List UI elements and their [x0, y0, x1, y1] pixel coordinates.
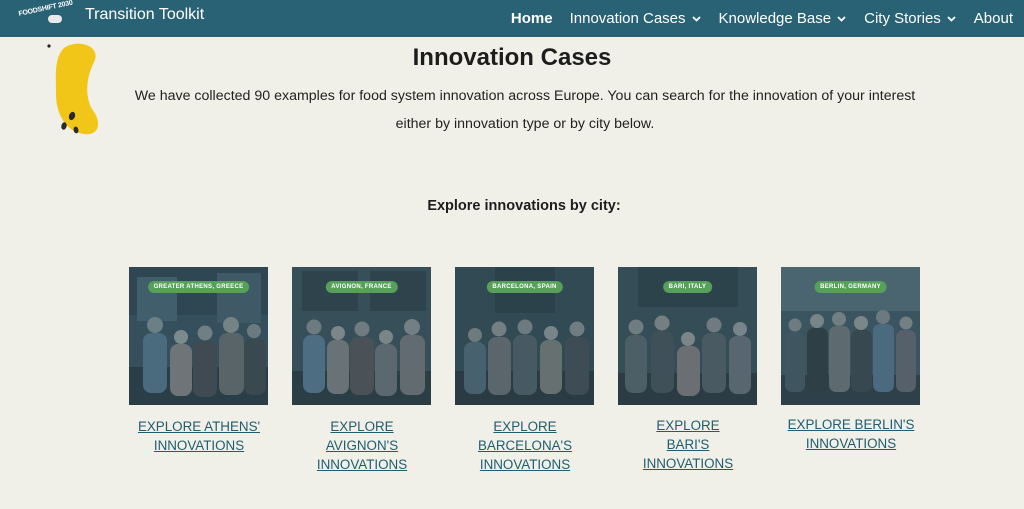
- link-line: INNOVATIONS: [642, 456, 734, 471]
- nav-city-stories-label: City Stories: [864, 10, 941, 27]
- chevron-down-icon: [946, 13, 957, 24]
- city-card-barcelona: BARCELONA, SPAIN EXPLORE BARCELONA'S INN…: [455, 267, 595, 477]
- link-line: INNOVATIONS: [153, 438, 245, 453]
- chevron-down-icon: [836, 13, 847, 24]
- logo-badge: [48, 15, 62, 23]
- city-photo[interactable]: BARI, ITALY: [618, 267, 757, 405]
- link-line: EXPLORE ATHENS': [137, 419, 261, 434]
- explore-athens-link[interactable]: EXPLORE ATHENS' INNOVATIONS: [119, 417, 279, 455]
- city-tag: GREATER ATHENS, GREECE: [147, 281, 250, 293]
- link-line: INNOVATIONS: [805, 436, 897, 451]
- nav-about[interactable]: About: [974, 10, 1013, 27]
- city-tag: BARI, ITALY: [662, 281, 713, 293]
- link-line: EXPLORE BERLIN'S: [787, 417, 915, 432]
- nav-innovation-cases[interactable]: Innovation Cases: [570, 10, 702, 27]
- main-nav: Home Innovation Cases Knowledge Base Cit…: [511, 0, 1013, 37]
- explore-avignon-link[interactable]: EXPLORE AVIGNON'S INNOVATIONS: [282, 417, 442, 474]
- link-line: BARI'S: [666, 437, 710, 452]
- foodshift-logo[interactable]: FOODSHIFT 2030: [18, 0, 73, 30]
- nav-home[interactable]: Home: [511, 10, 553, 27]
- nav-city-stories[interactable]: City Stories: [864, 10, 957, 27]
- site-title[interactable]: Transition Toolkit: [85, 6, 204, 24]
- city-card-bari: BARI, ITALY EXPLORE BARI'S INNOVATIONS: [618, 267, 758, 477]
- intro-paragraph: We have collected 90 examples for food s…: [134, 88, 916, 132]
- explore-barcelona-link[interactable]: EXPLORE BARCELONA'S INNOVATIONS: [445, 417, 605, 474]
- nav-innovation-cases-label: Innovation Cases: [569, 10, 686, 27]
- link-line: BARCELONA'S: [477, 438, 573, 453]
- nav-knowledge-base-label: Knowledge Base: [718, 10, 832, 27]
- city-photo[interactable]: BERLIN, GERMANY: [781, 267, 920, 405]
- city-cards: GREATER ATHENS, GREECE EXPLORE ATHENS' I…: [0, 267, 1024, 487]
- explore-berlin-link[interactable]: EXPLORE BERLIN'S INNOVATIONS: [771, 415, 931, 453]
- city-tag: AVIGNON, FRANCE: [325, 281, 398, 293]
- nav-about-label: About: [973, 10, 1013, 27]
- nav-home-label: Home: [510, 10, 553, 27]
- city-photo[interactable]: BARCELONA, SPAIN: [455, 267, 594, 405]
- city-card-athens: GREATER ATHENS, GREECE EXPLORE ATHENS' I…: [129, 267, 269, 477]
- link-line: EXPLORE: [493, 419, 557, 434]
- link-line: AVIGNON'S: [325, 438, 399, 453]
- cities-heading: Explore innovations by city:: [427, 198, 621, 214]
- city-card-berlin: BERLIN, GERMANY EXPLORE BERLIN'S INNOVAT…: [781, 267, 921, 477]
- city-tag: BARCELONA, SPAIN: [486, 281, 563, 293]
- city-photo[interactable]: GREATER ATHENS, GREECE: [129, 267, 268, 405]
- logo-text: FOODSHIFT 2030: [18, 0, 74, 18]
- chevron-down-icon: [691, 13, 702, 24]
- link-line: INNOVATIONS: [479, 457, 571, 472]
- link-line: EXPLORE: [330, 419, 394, 434]
- nav-knowledge-base[interactable]: Knowledge Base: [719, 10, 848, 27]
- link-line: EXPLORE: [656, 418, 720, 433]
- top-navbar: FOODSHIFT 2030 Transition Toolkit Home I…: [0, 0, 1024, 37]
- city-card-avignon: AVIGNON, FRANCE EXPLORE AVIGNON'S INNOVA…: [292, 267, 432, 477]
- page-title: Innovation Cases: [412, 44, 612, 71]
- explore-bari-link[interactable]: EXPLORE BARI'S INNOVATIONS: [608, 416, 768, 473]
- city-photo[interactable]: AVIGNON, FRANCE: [292, 267, 431, 405]
- city-tag: BERLIN, GERMANY: [814, 281, 887, 293]
- link-line: INNOVATIONS: [316, 457, 408, 472]
